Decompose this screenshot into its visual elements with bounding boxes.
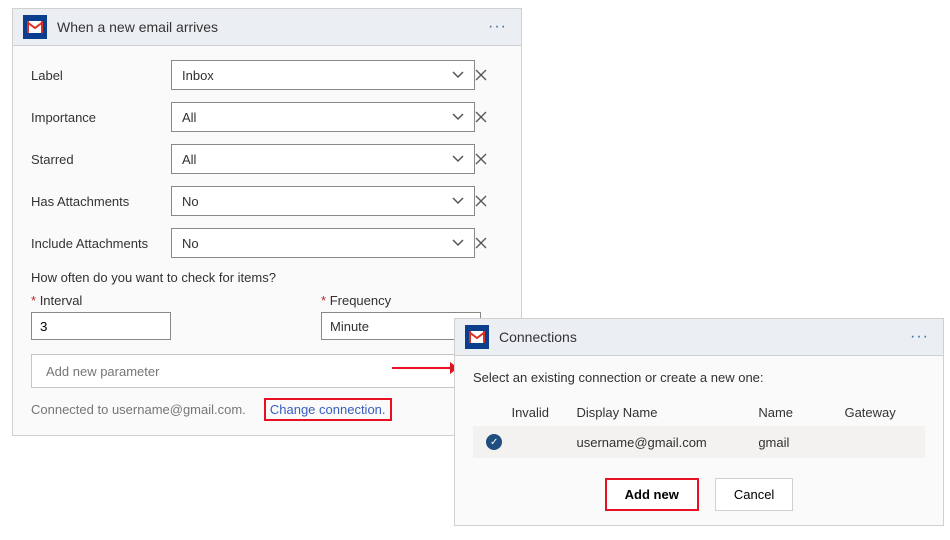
field-row-importance: Importance All (31, 102, 503, 132)
field-label: Label (31, 68, 171, 83)
chevron-down-icon (452, 197, 464, 205)
connected-line: Connected to username@gmail.com. Change … (31, 398, 503, 421)
has-attachments-select[interactable]: No (171, 186, 475, 216)
field-row-starred: Starred All (31, 144, 503, 174)
frequency-label: * Frequency (321, 293, 481, 308)
trigger-title: When a new email arrives (57, 19, 474, 35)
more-actions-icon[interactable]: ··· (484, 18, 511, 36)
interval-block: * Interval (31, 293, 171, 340)
table-row[interactable]: ✓ username@gmail.com gmail (473, 426, 925, 458)
clear-importance-icon[interactable] (475, 111, 503, 123)
chevron-down-icon (452, 71, 464, 79)
col-gateway: Gateway (844, 405, 921, 420)
trigger-header: When a new email arrives ··· (13, 9, 521, 46)
more-actions-icon[interactable]: ··· (906, 328, 933, 346)
change-connection-link[interactable]: Change connection. (264, 398, 392, 421)
importance-select[interactable]: All (171, 102, 475, 132)
include-attachments-select[interactable]: No (171, 228, 475, 258)
connections-header: Connections ··· (455, 319, 943, 356)
connections-body: Select an existing connection or create … (455, 356, 943, 525)
clear-include-attachments-icon[interactable] (475, 237, 503, 249)
gmail-icon (465, 325, 489, 349)
chevron-down-icon (452, 155, 464, 163)
field-label: Include Attachments (31, 236, 171, 251)
field-label: Has Attachments (31, 194, 171, 209)
clear-label-icon[interactable] (475, 69, 503, 81)
recurrence-question: How often do you want to check for items… (31, 270, 503, 285)
col-invalid: Invalid (511, 405, 576, 420)
table-header-row: Invalid Display Name Name Gateway (473, 399, 925, 426)
col-display-name: Display Name (577, 405, 759, 420)
cell-name: gmail (758, 435, 844, 450)
clear-starred-icon[interactable] (475, 153, 503, 165)
check-circle-icon: ✓ (486, 434, 502, 450)
starred-select[interactable]: All (171, 144, 475, 174)
chevron-down-icon (452, 239, 464, 247)
cancel-button[interactable]: Cancel (715, 478, 793, 511)
gmail-icon (23, 15, 47, 39)
connections-card: Connections ··· Select an existing conne… (454, 318, 944, 526)
interval-label: * Interval (31, 293, 171, 308)
cell-display-name: username@gmail.com (577, 435, 759, 450)
field-row-label: Label Inbox (31, 60, 503, 90)
clear-has-attachments-icon[interactable] (475, 195, 503, 207)
field-label: Starred (31, 152, 171, 167)
button-row: Add new Cancel (473, 478, 925, 511)
connections-table: Invalid Display Name Name Gateway ✓ user… (473, 399, 925, 458)
label-select[interactable]: Inbox (171, 60, 475, 90)
recurrence-row: * Interval * Frequency Minute (31, 293, 503, 340)
chevron-down-icon (452, 113, 464, 121)
interval-input[interactable] (31, 312, 171, 340)
field-label: Importance (31, 110, 171, 125)
add-new-button[interactable]: Add new (605, 478, 699, 511)
connections-desc: Select an existing connection or create … (473, 370, 925, 385)
col-name: Name (758, 405, 844, 420)
annotation-arrow (392, 361, 458, 378)
connections-title: Connections (499, 329, 896, 345)
field-row-include-attachments: Include Attachments No (31, 228, 503, 258)
field-row-has-attachments: Has Attachments No (31, 186, 503, 216)
